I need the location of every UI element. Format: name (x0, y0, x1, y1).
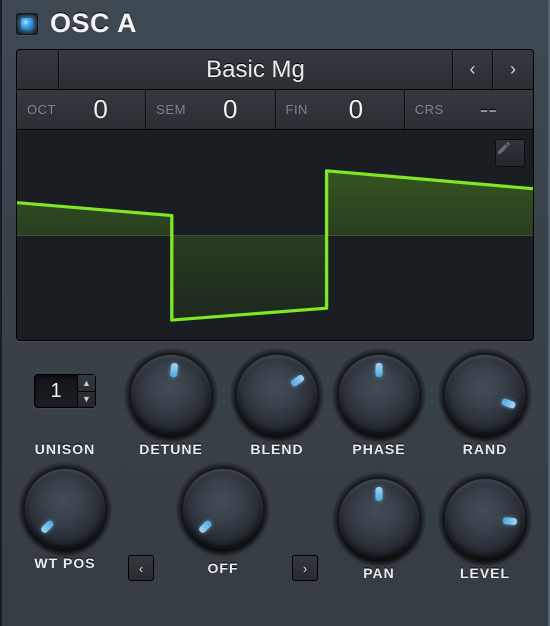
unison-col: 1 ▲ ▼ UNISON (22, 355, 108, 457)
knob-area: 1 ▲ ▼ UNISON DETUNE (2, 341, 548, 591)
waveform-edit-button[interactable] (495, 139, 525, 167)
unison-value: 1 (35, 380, 77, 403)
preset-row: Basic Mg ‹ › (17, 50, 533, 90)
detune-label: DETUNE (139, 441, 203, 457)
phase-label: PHASE (352, 441, 405, 457)
osc-enable-toggle[interactable] (16, 13, 38, 35)
wtpos-knob[interactable] (25, 469, 105, 549)
knob-row-1: 1 ▲ ▼ UNISON DETUNE (22, 355, 528, 457)
detune-knob[interactable] (131, 355, 211, 435)
knob-row-2: WT POS ‹ OFF › (22, 469, 528, 581)
warp-next-button[interactable]: › (292, 555, 318, 581)
blend-label: BLEND (250, 441, 303, 457)
unison-up-button[interactable]: ▲ (78, 375, 95, 392)
chevron-right-icon: › (303, 561, 307, 576)
semitone-label: SEM (156, 102, 186, 117)
chevron-right-icon: › (510, 59, 516, 80)
level-label: LEVEL (460, 565, 510, 581)
coarse-value: -- (454, 94, 523, 125)
pan-knob[interactable] (339, 479, 419, 559)
tune-row: OCT 0 SEM 0 FIN 0 CRS -- (17, 90, 533, 130)
chevron-left-icon: ‹ (139, 561, 143, 576)
blend-knob[interactable] (237, 355, 317, 435)
preset-menu-button[interactable] (17, 50, 59, 89)
octave-field[interactable]: OCT 0 (17, 90, 146, 129)
wtpos-label: WT POS (34, 555, 95, 571)
unison-label: UNISON (35, 441, 95, 457)
fine-field[interactable]: FIN 0 (276, 90, 405, 129)
pan-label: PAN (363, 565, 395, 581)
fine-value: 0 (318, 94, 394, 125)
semitone-field[interactable]: SEM 0 (146, 90, 275, 129)
waveform-svg (17, 131, 533, 340)
triangle-up-icon: ▲ (82, 378, 91, 388)
coarse-label: CRS (415, 102, 444, 117)
triangle-down-icon: ▼ (82, 394, 91, 404)
osc-title: OSC A (50, 8, 137, 39)
unison-stepper[interactable]: 1 ▲ ▼ (34, 374, 96, 408)
octave-label: OCT (27, 102, 56, 117)
osc-header: OSC A (2, 0, 548, 45)
warp-prev-button[interactable]: ‹ (128, 555, 154, 581)
preset-next-button[interactable]: › (493, 50, 533, 89)
preset-name[interactable]: Basic Mg (59, 50, 453, 89)
coarse-field[interactable]: CRS -- (405, 90, 533, 129)
octave-value: 0 (66, 94, 135, 125)
warp-knob[interactable] (183, 469, 263, 549)
preset-prev-button[interactable]: ‹ (453, 50, 493, 89)
rand-knob[interactable] (445, 355, 525, 435)
semitone-value: 0 (196, 94, 265, 125)
waveform-display[interactable] (17, 130, 533, 340)
pencil-icon (496, 140, 512, 156)
osc-panel: Basic Mg ‹ › OCT 0 SEM 0 FIN 0 CRS -- (16, 49, 534, 341)
warp-mode-label[interactable]: OFF (160, 560, 286, 576)
rand-label: RAND (463, 441, 507, 457)
level-knob[interactable] (445, 479, 525, 559)
unison-down-button[interactable]: ▼ (78, 392, 95, 408)
chevron-left-icon: ‹ (470, 59, 476, 80)
phase-knob[interactable] (339, 355, 419, 435)
fine-label: FIN (286, 102, 308, 117)
